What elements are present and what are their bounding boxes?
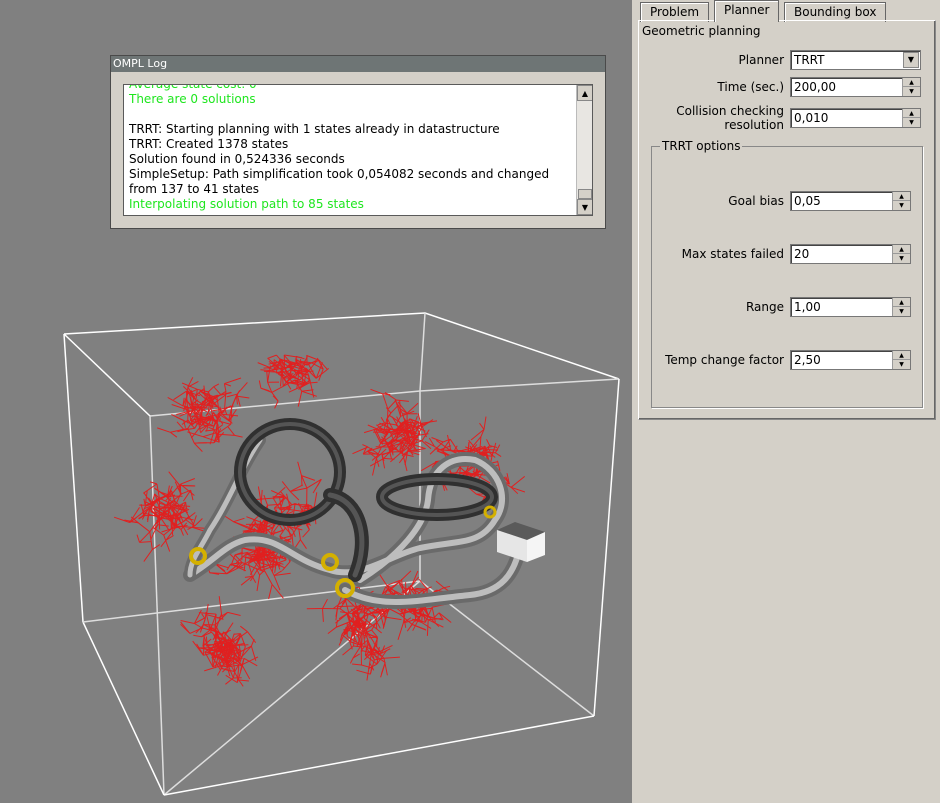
- stepper-down-icon[interactable]: ▼: [903, 118, 920, 127]
- stepper-up-icon[interactable]: ▲: [893, 245, 910, 254]
- log-line: Solution found in 0,524336 seconds: [129, 152, 345, 166]
- range-label: Range: [745, 300, 784, 314]
- time-value: 200,00: [794, 80, 836, 94]
- log-line: TRRT: Created 1378 states: [129, 137, 289, 151]
- goal-bias-spinbox[interactable]: 0,05 ▲ ▼: [790, 191, 911, 211]
- time-spinbox[interactable]: 200,00 ▲ ▼: [790, 77, 921, 97]
- log-line: Average state cost: 0: [129, 84, 257, 91]
- max-states-value: 20: [794, 247, 810, 261]
- goal-bias-value: 0,05: [794, 194, 821, 208]
- max-states-stepper[interactable]: ▲ ▼: [892, 245, 910, 263]
- scroll-up-button[interactable]: ▲: [577, 85, 592, 101]
- collision-label-line1: Collision checking: [676, 104, 784, 118]
- chevron-down-icon[interactable]: ▼: [903, 52, 919, 68]
- stepper-down-icon[interactable]: ▼: [903, 87, 920, 96]
- log-text-area[interactable]: Average state cost: 0 There are 0 solutio…: [123, 84, 593, 216]
- stepper-up-icon[interactable]: ▲: [903, 109, 920, 118]
- collision-stepper[interactable]: ▲ ▼: [902, 109, 920, 127]
- max-states-spinbox[interactable]: 20 ▲ ▼: [790, 244, 911, 264]
- log-scrollbar[interactable]: ▲ ▼: [576, 85, 592, 215]
- time-label: Time (sec.): [717, 80, 784, 94]
- log-line: There are 0 solutions: [129, 92, 256, 106]
- range-stepper[interactable]: ▲ ▼: [892, 298, 910, 316]
- planner-tree: [113, 354, 526, 687]
- temp-change-spinbox[interactable]: 2,50 ▲ ▼: [790, 350, 911, 370]
- range-value: 1,00: [794, 300, 821, 314]
- tab-planner[interactable]: Planner: [714, 0, 780, 22]
- goal-cube: [497, 522, 545, 562]
- temp-change-label: Temp change factor: [665, 353, 784, 367]
- stepper-up-icon[interactable]: ▲: [893, 298, 910, 307]
- collision-label: Collision checking resolution: [676, 104, 784, 132]
- range-spinbox[interactable]: 1,00 ▲ ▼: [790, 297, 911, 317]
- log-line: TRRT: Starting planning with 1 states al…: [129, 122, 500, 136]
- ompl-log-window[interactable]: OMPL Log Average state cost: 0 There are …: [110, 55, 606, 229]
- planner-select[interactable]: TRRT ▼: [790, 50, 921, 70]
- stepper-down-icon[interactable]: ▼: [893, 307, 910, 316]
- collision-spinbox[interactable]: 0,010 ▲ ▼: [790, 108, 921, 128]
- scroll-thumb[interactable]: [578, 189, 592, 199]
- scroll-down-button[interactable]: ▼: [577, 199, 592, 215]
- temp-change-stepper[interactable]: ▲ ▼: [892, 351, 910, 369]
- stepper-down-icon[interactable]: ▼: [893, 254, 910, 263]
- trrt-options-title: TRRT options: [660, 139, 743, 153]
- temp-change-value: 2,50: [794, 353, 821, 367]
- section-title: Geometric planning: [642, 24, 761, 38]
- settings-panel: Problem Planner Bounding box Geometric p…: [632, 0, 940, 803]
- stepper-up-icon[interactable]: ▲: [893, 192, 910, 201]
- stepper-up-icon[interactable]: ▲: [903, 78, 920, 87]
- stepper-down-icon[interactable]: ▼: [893, 360, 910, 369]
- goal-bias-stepper[interactable]: ▲ ▼: [892, 192, 910, 210]
- stepper-up-icon[interactable]: ▲: [893, 351, 910, 360]
- 3d-viewport[interactable]: OMPL Log Average state cost: 0 There are …: [0, 0, 632, 803]
- log-text: Average state cost: 0 There are 0 solutio…: [129, 84, 569, 212]
- tab-bounding-box[interactable]: Bounding box: [784, 2, 887, 22]
- time-stepper[interactable]: ▲ ▼: [902, 78, 920, 96]
- tab-problem[interactable]: Problem: [640, 2, 710, 22]
- log-line: SimpleSetup: Path simplification took 0,…: [129, 167, 550, 181]
- planner-select-value: TRRT: [794, 53, 825, 67]
- collision-value: 0,010: [794, 111, 829, 125]
- log-line: Interpolating solution path to 85 states: [129, 197, 364, 211]
- log-line: from 137 to 41 states: [129, 182, 260, 196]
- planner-label: Planner: [738, 53, 784, 67]
- goal-bias-label: Goal bias: [728, 194, 784, 208]
- max-states-label: Max states failed: [681, 247, 784, 261]
- log-titlebar[interactable]: OMPL Log: [111, 56, 605, 72]
- stepper-down-icon[interactable]: ▼: [893, 201, 910, 210]
- collision-label-line2: resolution: [724, 118, 784, 132]
